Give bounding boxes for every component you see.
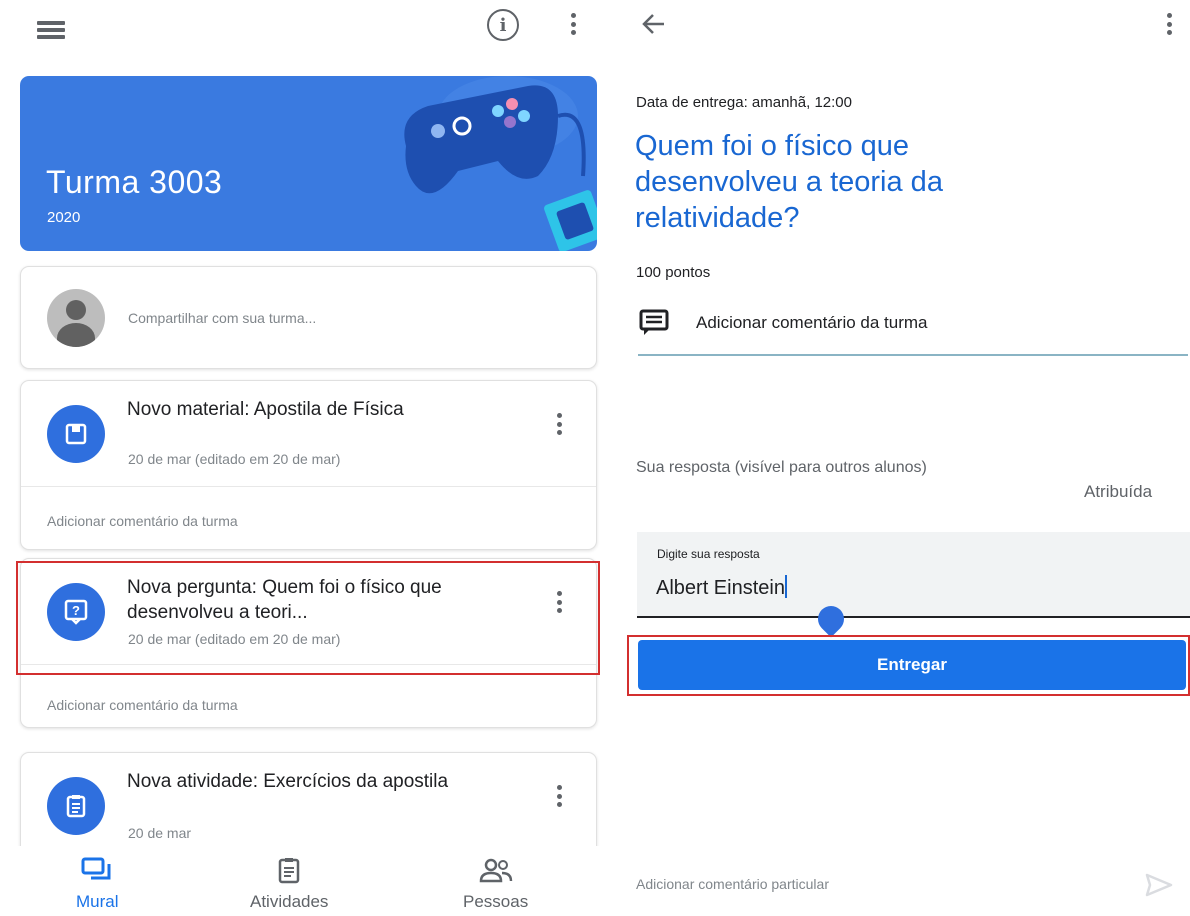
private-comment-input[interactable]: Adicionar comentário particular — [636, 876, 829, 892]
share-placeholder: Compartilhar com sua turma... — [128, 310, 317, 326]
post-date: 20 de mar — [128, 825, 192, 841]
bottom-navigation: Mural Atividades Pessoas — [0, 846, 610, 916]
nav-label: Mural — [76, 892, 119, 911]
class-year: 2020 — [47, 209, 81, 226]
status-badge: Atribuída — [1084, 482, 1153, 501]
stream-post[interactable]: ? Nova pergunta: Quem foi o físico que d… — [20, 558, 597, 728]
add-class-comment-button[interactable]: Adicionar comentário da turma — [638, 306, 1188, 356]
points-label: 100 pontos — [636, 264, 711, 281]
post-date: 20 de mar (editado em 20 de mar) — [128, 451, 341, 467]
class-comment-label: Adicionar comentário da turma — [696, 313, 928, 332]
answer-field-value[interactable]: Albert Einstein — [656, 575, 787, 600]
arrow-back-icon[interactable] — [640, 10, 668, 38]
class-stream-screen: i Turma 3003 2020 Compartilhar com sua t… — [0, 0, 610, 916]
add-class-comment-link[interactable]: Adicionar comentário da turma — [47, 513, 238, 529]
share-with-class-card[interactable]: Compartilhar com sua turma... — [20, 266, 597, 369]
top-app-bar: i — [0, 0, 610, 62]
comment-icon — [639, 309, 669, 335]
post-title: Nova atividade: Exercícios da apostila — [127, 771, 449, 792]
post-date: 20 de mar (editado em 20 de mar) — [128, 631, 341, 647]
material-icon — [47, 405, 105, 463]
response-label: Sua resposta (visível para outros alunos… — [636, 459, 927, 476]
nav-pessoas[interactable]: Pessoas — [463, 856, 528, 912]
stream-icon — [81, 857, 111, 880]
class-title: Turma 3003 — [46, 164, 223, 200]
assignment-icon — [47, 777, 105, 835]
nav-label: Pessoas — [463, 892, 529, 911]
answer-field[interactable]: Digite sua resposta Albert Einstein — [637, 532, 1190, 618]
gamepad-illustration-icon — [404, 76, 597, 251]
more-vert-icon[interactable] — [568, 10, 578, 38]
nav-mural[interactable]: Mural — [76, 856, 119, 912]
post-header[interactable]: ? Nova pergunta: Quem foi o físico que d… — [21, 559, 596, 665]
nav-label: Atividades — [250, 892, 329, 911]
question-title: Quem foi o físico que desenvolveu a teor… — [635, 130, 943, 234]
answer-text: Albert Einstein — [656, 577, 785, 599]
classwork-icon — [278, 858, 300, 884]
submit-button[interactable]: Entregar — [638, 640, 1186, 690]
text-caret — [784, 575, 787, 598]
post-title: Novo material: Apostila de Física — [127, 399, 404, 420]
send-icon[interactable] — [1144, 872, 1174, 898]
stream-post[interactable]: Novo material: Apostila de Física 20 de … — [20, 380, 597, 550]
avatar — [47, 289, 105, 347]
more-vert-icon[interactable] — [554, 410, 564, 438]
svg-text:?: ? — [72, 603, 80, 618]
nav-atividades[interactable]: Atividades — [250, 856, 328, 912]
add-class-comment-link[interactable]: Adicionar comentário da turma — [47, 697, 238, 713]
question-icon: ? — [47, 583, 105, 641]
more-vert-icon[interactable] — [554, 782, 564, 810]
class-banner[interactable]: Turma 3003 2020 — [20, 76, 597, 251]
answer-field-label: Digite sua resposta — [657, 547, 760, 561]
more-vert-icon[interactable] — [554, 588, 564, 616]
people-icon — [479, 858, 512, 883]
info-icon[interactable]: i — [487, 9, 519, 41]
hamburger-icon[interactable] — [36, 16, 66, 44]
more-vert-icon[interactable] — [1164, 10, 1174, 38]
post-title: Nova pergunta: Quem foi o físico que des… — [127, 577, 442, 623]
post-header[interactable]: Novo material: Apostila de Física 20 de … — [21, 381, 596, 487]
due-date: Data de entrega: amanhã, 12:00 — [636, 94, 852, 111]
